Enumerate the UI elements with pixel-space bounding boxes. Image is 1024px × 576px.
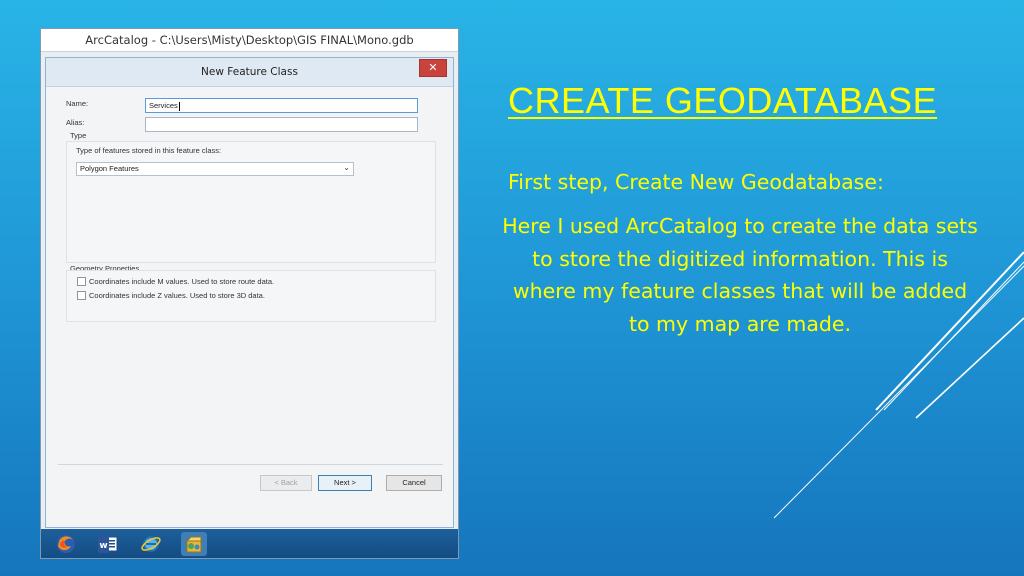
dialog-titlebar: New Feature Class ✕ (46, 58, 453, 87)
z-values-checkbox[interactable] (77, 291, 86, 300)
internet-explorer-icon[interactable] (138, 532, 164, 556)
feature-type-selected: Polygon Features (80, 164, 139, 173)
word-icon[interactable]: w (95, 532, 121, 556)
alias-input[interactable] (145, 117, 418, 132)
type-group-label: Type (70, 131, 87, 140)
feature-type-select[interactable]: Polygon Features ⌄ (76, 162, 354, 176)
slide-body-text: Here I used ArcCatalog to create the dat… (502, 214, 978, 336)
z-values-label: Coordinates include Z values. Used to st… (89, 291, 265, 300)
m-values-checkbox[interactable] (77, 277, 86, 286)
slide-subtitle: First step, Create New Geodatabase: (508, 170, 884, 194)
name-input-value: Services (149, 101, 178, 110)
alias-label: Alias: (66, 118, 85, 127)
cancel-button[interactable]: Cancel (386, 475, 442, 491)
windows-taskbar: w (41, 529, 458, 558)
dialog-divider (58, 464, 443, 465)
dialog-title: New Feature Class (201, 66, 298, 78)
type-group (66, 141, 436, 263)
type-prompt: Type of features stored in this feature … (76, 146, 222, 155)
arccatalog-screenshot: ArcCatalog - C:\Users\Misty\Desktop\GIS … (40, 28, 459, 559)
name-label: Name: (66, 99, 89, 108)
svg-text:w: w (99, 541, 107, 551)
new-feature-class-dialog: New Feature Class ✕ Name: Services Alias… (45, 57, 454, 528)
close-button[interactable]: ✕ (419, 59, 447, 77)
arccatalog-icon[interactable] (181, 532, 207, 556)
chevron-down-icon: ⌄ (343, 163, 350, 172)
back-button[interactable]: < Back (260, 475, 312, 491)
next-button[interactable]: Next > (318, 475, 372, 491)
name-input[interactable]: Services (145, 98, 418, 113)
m-values-label: Coordinates include M values. Used to st… (89, 277, 275, 286)
firefox-icon[interactable] (53, 532, 79, 556)
slide-title: CREATE GEODATABASE (508, 80, 938, 121)
app-window-title: ArcCatalog - C:\Users\Misty\Desktop\GIS … (41, 29, 458, 52)
